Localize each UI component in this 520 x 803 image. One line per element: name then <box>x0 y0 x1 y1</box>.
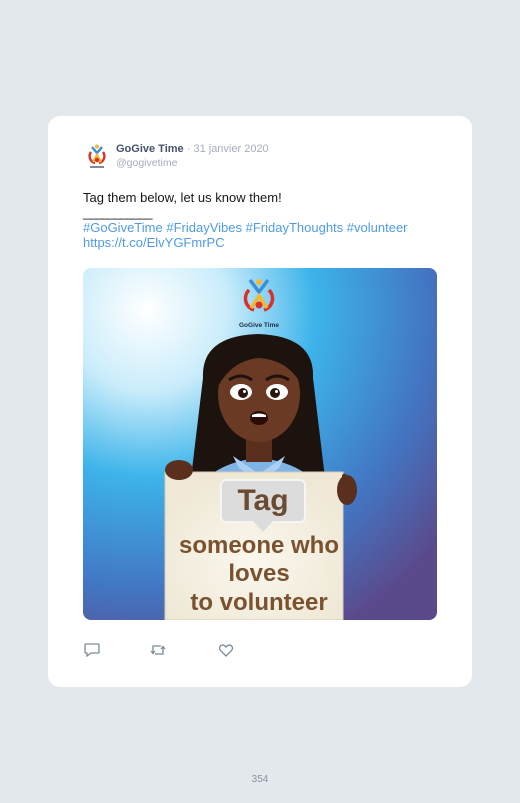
hashtag-link[interactable]: #FridayVibes <box>166 220 242 235</box>
author-name[interactable]: GoGive Time <box>116 143 184 155</box>
hashtag-link[interactable]: #GoGiveTime <box>83 220 163 235</box>
hashtag-list: #GoGiveTime #FridayVibes #FridayThoughts… <box>83 220 443 235</box>
tweet-text-line: Tag them below, let us know them! <box>83 190 282 205</box>
sign-bubble-text: Tag <box>237 484 288 517</box>
tweet-divider-line: ___________ <box>83 205 153 220</box>
heart-icon <box>218 644 234 657</box>
author-handle[interactable]: @gogivetime <box>116 157 177 169</box>
retweet-button[interactable] <box>149 641 167 659</box>
volunteer-illustration: GoGive Time Tag someone who loves to vol… <box>83 268 437 620</box>
hashtag-link[interactable]: #FridayThoughts <box>246 220 344 235</box>
tweet-date[interactable]: 31 janvier 2020 <box>193 143 268 155</box>
tweet-text: Tag them below, let us know them! ______… <box>83 190 443 250</box>
tweet-card: GoGive Time · 31 janvier 2020 @gogivetim… <box>48 116 472 687</box>
gogive-logo-icon <box>88 144 106 168</box>
hashtag-link[interactable]: #volunteer <box>347 220 408 235</box>
retweet-icon <box>150 645 166 655</box>
tweet-link[interactable]: https://t.co/ElvYGFmrPC <box>83 235 443 250</box>
sign-text-line: someone who <box>179 532 339 559</box>
tweet-media-image[interactable]: GoGive Time Tag someone who loves to vol… <box>83 268 437 620</box>
tweet-header: GoGive Time · 31 janvier 2020 <box>116 143 269 155</box>
reply-icon <box>84 643 100 658</box>
reply-button[interactable] <box>83 641 101 659</box>
page-number: 354 <box>251 774 269 785</box>
media-logo-text: GoGive Time <box>239 322 279 329</box>
sign-text-line: to volunteer <box>190 589 327 616</box>
separator: · <box>186 143 191 155</box>
like-button[interactable] <box>217 641 235 659</box>
sign-text-line: loves <box>228 560 289 587</box>
avatar[interactable] <box>84 143 110 171</box>
